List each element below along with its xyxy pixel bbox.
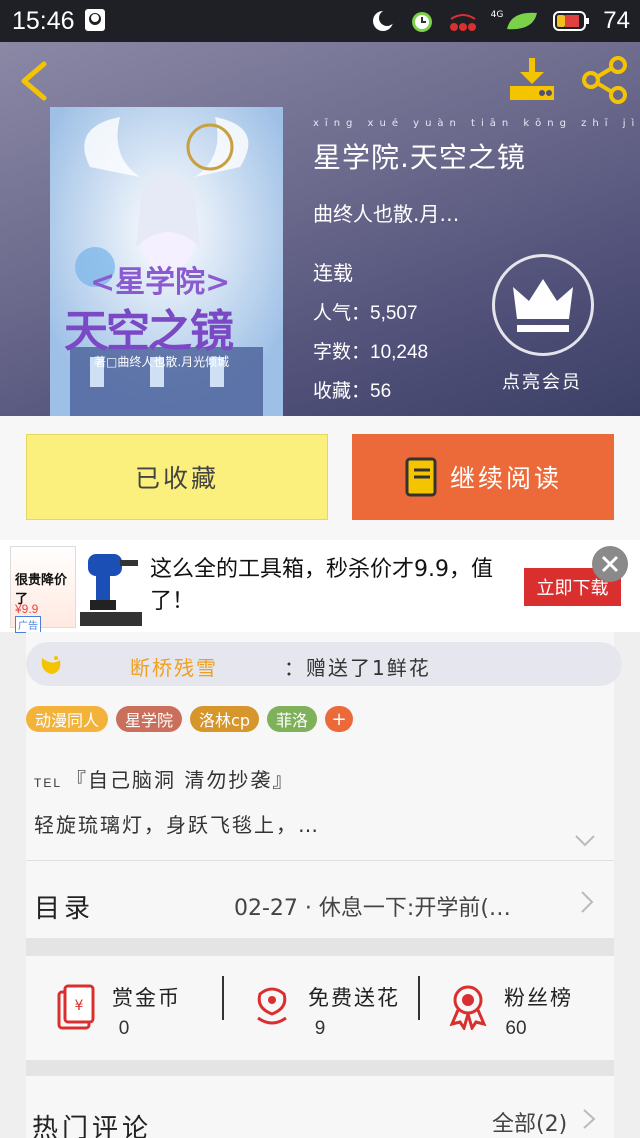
ad-text: 这么全的工具箱，秒杀价才9.9，值了！ (150, 557, 493, 614)
continue-read-button[interactable]: 继续阅读 (352, 434, 614, 520)
gift-action: ：赠送了1鲜花 (284, 656, 431, 680)
leaf-icon (507, 12, 538, 30)
action-bar: 已收藏 继续阅读 (0, 416, 640, 540)
hot-comments-label: 热门评论 (32, 1114, 153, 1138)
intro-prefix: TEL (34, 776, 63, 790)
tag-item[interactable]: 菲洛 (267, 706, 318, 732)
divider (26, 860, 614, 861)
ad-thumbnail: 很贵降价了 ¥9.9 广告 (10, 546, 76, 633)
share-icon[interactable] (582, 56, 628, 104)
book-detail-page: 15:46 4G 74 <星学院> 天空之镜 著□曲终人也散.月光倾城 xīng… (0, 0, 640, 1138)
all-comments-link[interactable]: 全部(2) (492, 1106, 567, 1138)
tag-item[interactable]: 星学院 (116, 706, 183, 732)
signal-icon (449, 14, 476, 31)
cover-subtitle: 天空之镜 (64, 306, 234, 357)
book-cover[interactable]: <星学院> 天空之镜 著□曲终人也散.月光倾城 (50, 107, 283, 416)
status-bar: 15:46 4G 74 (0, 0, 640, 42)
tag-list: 动漫同人 星学院 洛林cp 菲洛 + (26, 706, 354, 734)
fan-ranking[interactable]: 粉丝榜 60 (418, 956, 614, 1060)
qq-icon (85, 9, 105, 31)
download-icon[interactable] (506, 56, 558, 104)
support-stats: ¥ 赏金币 0 免费送花 9 粉丝榜 60 (26, 956, 614, 1060)
tag-item[interactable]: 动漫同人 (26, 706, 109, 732)
back-icon[interactable] (16, 60, 52, 102)
fan-ranking-value: 60 (505, 1018, 527, 1039)
book-word-count: 字数：10,248 (313, 342, 429, 363)
collected-button[interactable]: 已收藏 (26, 434, 328, 520)
chevron-right-icon (583, 1109, 596, 1129)
bulb-icon (41, 656, 61, 674)
free-flowers-value: 9 (314, 1018, 326, 1039)
book-info: xīng xué yuàn tiān kōng zhī jìng 星学院.天空之… (313, 118, 640, 403)
book-intro[interactable]: TEL 『自己脑洞 清勿抄袭』 轻旋琉璃灯，身跃飞毯上，… (34, 764, 320, 838)
toc-label: 目录 (34, 894, 95, 924)
tag-item[interactable]: 洛林cp (190, 706, 259, 732)
drill-image (80, 554, 142, 626)
book-title: xīng xué yuàn tiān kōng zhī jìng 星学院.天空之… (313, 118, 640, 176)
status-time: 15:46 (12, 7, 75, 35)
intro-line1: 『自己脑洞 清勿抄袭』 (66, 768, 295, 792)
latest-chapter: 02-27 · 休息一下:开学前(… (234, 896, 511, 921)
continue-read-label: 继续阅读 (449, 464, 562, 493)
book-favorites: 收藏：56 (313, 381, 392, 402)
add-tag-button[interactable]: + (325, 706, 354, 732)
intro-line2: 轻旋琉璃灯，身跃飞毯上，… (34, 813, 320, 837)
hot-comments-header[interactable]: 热门评论 全部(2) (26, 1076, 614, 1138)
cover-author: 著□曲终人也散.月光倾城 (94, 355, 230, 369)
chevron-down-icon[interactable] (574, 834, 596, 848)
free-flowers[interactable]: 免费送花 9 (222, 956, 418, 1060)
close-icon[interactable] (592, 546, 628, 582)
alarm-icon (411, 12, 432, 32)
vip-button[interactable] (492, 254, 594, 356)
moon-icon (372, 10, 395, 31)
vip-label[interactable]: 点亮会员 (502, 368, 582, 394)
network-type: 4G (490, 10, 504, 20)
toc-row[interactable]: 目录 02-27 · 休息一下:开学前(… (26, 866, 614, 938)
gift-notice[interactable]: 断桥残雪 ：赠送了1鲜花 (26, 642, 622, 686)
ad-banner[interactable]: 很贵降价了 ¥9.9 广告 这么全的工具箱，秒杀价才9.9，值了！ 立即下载 (0, 540, 640, 633)
crown-icon (513, 279, 573, 332)
gift-user[interactable]: 断桥残雪 (130, 652, 218, 681)
battery-level: 74 (603, 7, 630, 34)
chevron-right-icon (581, 891, 594, 913)
title-pinyin: xīng xué yuàn tiān kōng zhī jìng (313, 118, 640, 129)
book-status: 连载 (313, 261, 353, 285)
battery-icon (553, 11, 590, 31)
section-separator (26, 1060, 614, 1076)
book-author[interactable]: 曲终人也散.月… (313, 198, 526, 227)
section-separator (26, 938, 614, 956)
svg-text:¥: ¥ (75, 998, 84, 1014)
book-header: <星学院> 天空之镜 著□曲终人也散.月光倾城 xīng xué yuàn ti… (0, 42, 640, 416)
reward-coins[interactable]: ¥ 赏金币 0 (26, 956, 222, 1060)
reward-coins-value: 0 (118, 1018, 130, 1039)
book-icon (405, 457, 437, 497)
